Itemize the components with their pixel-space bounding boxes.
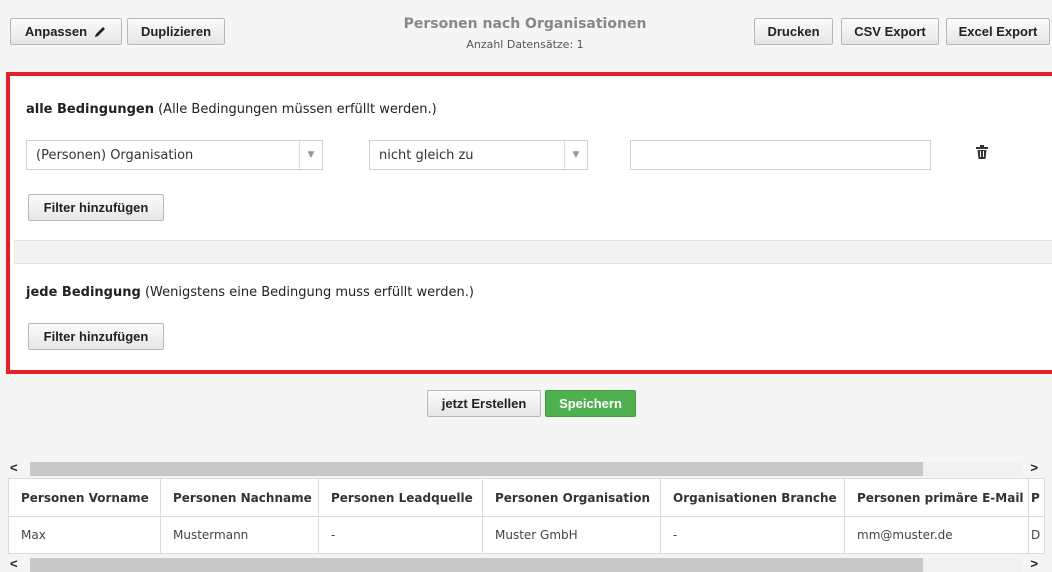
table-cell: Mustermann (160, 516, 319, 554)
all-conditions-title: alle Bedingungen (26, 102, 154, 117)
table-cell: - (660, 516, 845, 554)
customize-label: Anpassen (24, 24, 88, 39)
table-cell: D (1028, 516, 1045, 554)
table-cell: Muster GmbH (482, 516, 661, 554)
filter-operator-value: nicht gleich zu (379, 147, 474, 163)
chevron-right-icon[interactable]: > (1030, 460, 1038, 475)
column-header[interactable]: Personen Leadquelle (318, 478, 483, 517)
table-cell: Max (8, 516, 161, 554)
filter-field-value: (Personen) Organisation (36, 147, 194, 163)
duplicate-button[interactable]: Duplizieren (127, 18, 225, 45)
report-title: Personen nach Organisationen (403, 16, 647, 32)
column-header[interactable]: Personen Organisation (482, 478, 661, 517)
scrollbar-thumb[interactable] (30, 462, 923, 476)
section-divider (14, 240, 1052, 264)
column-header[interactable]: Personen primäre E-Mail (844, 478, 1029, 517)
add-filter-all-button[interactable]: Filter hinzufügen (28, 194, 164, 221)
chevron-left-icon[interactable]: < (10, 460, 18, 475)
print-button[interactable]: Drucken (754, 18, 833, 45)
save-button[interactable]: Speichern (545, 390, 636, 417)
chevron-down-icon: ▼ (564, 141, 587, 169)
any-conditions-heading: jede Bedingung (Wenigstens eine Bedingun… (26, 285, 474, 300)
trash-icon[interactable] (976, 145, 988, 162)
filter-field-select[interactable]: (Personen) Organisation ▼ (26, 140, 323, 170)
table-row[interactable]: Max Mustermann - Muster GmbH - mm@muster… (8, 516, 1045, 554)
add-filter-any-button[interactable]: Filter hinzufügen (28, 323, 164, 350)
table-cell: mm@muster.de (844, 516, 1029, 554)
pencil-icon (93, 25, 107, 39)
table-scrollbar-bottom[interactable]: < > (8, 556, 1044, 572)
results-table: Personen Vorname Personen Nachname Perso… (8, 478, 1045, 554)
create-now-button[interactable]: jetzt Erstellen (427, 390, 541, 417)
chevron-left-icon[interactable]: < (10, 556, 18, 571)
column-header[interactable]: P (1028, 478, 1045, 517)
all-conditions-heading: alle Bedingungen (Alle Bedingungen müsse… (26, 102, 437, 117)
table-scrollbar-top[interactable]: < > (8, 460, 1044, 476)
chevron-right-icon[interactable]: > (1030, 556, 1038, 571)
column-header[interactable]: Personen Nachname (160, 478, 319, 517)
any-conditions-hint: (Wenigstens eine Bedingung muss erfüllt … (144, 285, 474, 300)
filter-value-input[interactable] (630, 140, 931, 170)
record-count: Anzahl Datensätze: 1 (466, 38, 584, 51)
table-header-row: Personen Vorname Personen Nachname Perso… (8, 478, 1045, 517)
excel-export-button[interactable]: Excel Export (946, 18, 1050, 45)
any-conditions-title: jede Bedingung (26, 285, 141, 300)
scrollbar-thumb[interactable] (30, 558, 923, 572)
column-header[interactable]: Personen Vorname (8, 478, 161, 517)
filter-operator-select[interactable]: nicht gleich zu ▼ (369, 140, 588, 170)
chevron-down-icon: ▼ (299, 141, 322, 169)
all-conditions-hint: (Alle Bedingungen müssen erfüllt werden.… (158, 102, 437, 117)
filter-panel: alle Bedingungen (Alle Bedingungen müsse… (6, 72, 1052, 374)
table-cell: - (318, 516, 483, 554)
csv-export-button[interactable]: CSV Export (841, 18, 939, 45)
customize-button[interactable]: Anpassen (10, 18, 122, 45)
column-header[interactable]: Organisationen Branche (660, 478, 845, 517)
